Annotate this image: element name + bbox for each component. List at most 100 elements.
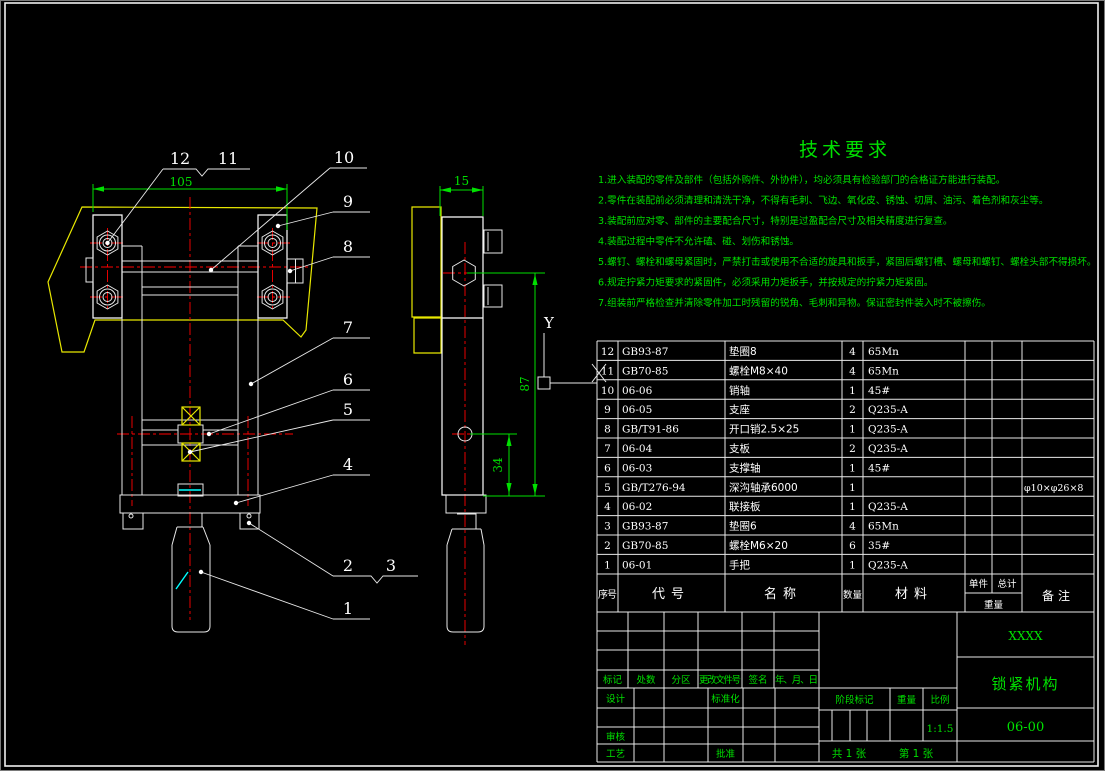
bom-cell-qty: 6 [849, 540, 856, 552]
bom-cell-name: 支座 [729, 403, 750, 416]
bom-cell-material: Q235-A [868, 559, 908, 571]
bom-header-name: 名称 [764, 586, 802, 602]
bom-cell-name: 垫圈6 [729, 520, 757, 533]
label-doc-no: 更改文件号 [699, 674, 741, 686]
bom-cell-material: 65Mn [868, 346, 899, 358]
bom-row: 10 06-06 销轴 1 45# [601, 384, 890, 397]
bom-cell-qty: 2 [849, 443, 856, 455]
bom-cell-code: 06-02 [622, 501, 652, 513]
bom-cell-no: 3 [604, 521, 611, 533]
clamp-lug [484, 230, 502, 253]
body-section [442, 217, 483, 495]
scale-value: 1:1.5 [927, 723, 954, 735]
bom-cell-name: 联接板 [729, 500, 761, 513]
bom-cell-material: 65Mn [868, 365, 899, 377]
bom-cell-name: 支板 [729, 442, 750, 455]
balloon-numbers: 12 11 10 9 8 7 6 5 4 2 3 1 [170, 148, 396, 618]
label-count: 处数 [636, 674, 656, 686]
drawing-number: 06-00 [1007, 720, 1044, 735]
bom-cell-qty: 1 [849, 385, 856, 397]
balloon-2: 2 [343, 556, 353, 575]
side-view: 15 87 34 Y [412, 174, 606, 645]
bom-cell-no: 1 [604, 559, 611, 571]
bom-cell-qty: 1 [849, 462, 856, 474]
bom-cell-code: 06-03 [622, 462, 652, 474]
label-standardize: 标准化 [711, 693, 740, 705]
tech-req-item: 6.规定拧紧力矩要求的紧固件，必须采用力矩扳手，并按规定的拧紧力矩紧固。 [598, 277, 933, 289]
front-view: 105 [48, 175, 317, 632]
tech-req-item: 5.螺钉、螺栓和螺母紧固时，严禁打击或使用不合适的旋具和扳手，紧固后螺钉槽、螺母… [598, 256, 1096, 268]
bom-cell-code: GB93-87 [622, 521, 668, 533]
bom-cell-no: 2 [604, 540, 611, 552]
bom-cell-name: 螺栓M6×20 [729, 539, 788, 552]
drawing-svg: 105 15 87 34 [0, 0, 1105, 771]
bom-cell-material: 45# [868, 462, 890, 474]
tech-req-title: 技术要求 [799, 139, 891, 161]
balloon-6: 6 [343, 370, 353, 389]
bom-header-remark: 备注 [1042, 588, 1074, 603]
balloon-4: 4 [343, 455, 353, 474]
bom-cell-code: 06-05 [622, 404, 652, 416]
drawing-title: 锁紧机构 [991, 675, 1059, 693]
tech-requirements: 技术要求 1.进入装配的零件及部件（包括外购件、外协件），均必须具有检验部门的合… [598, 139, 1096, 309]
label-process: 工艺 [606, 749, 625, 760]
tech-req-item: 3.装配前应对零、部件的主要配合尺寸，特别是过盈配合尺寸及相关精度进行复查。 [598, 215, 953, 227]
bom-cell-material: 35# [868, 540, 890, 552]
bom-cell-material: 45# [868, 385, 890, 397]
bom-row: 6 06-03 支撑轴 1 45# [604, 461, 890, 474]
handle [447, 514, 484, 632]
sheet-frame [1, 1, 1105, 771]
balloon-9: 9 [343, 192, 353, 211]
bom-row: 11 GB70-85 螺栓M8×40 4 65Mn [601, 364, 899, 377]
bom-cell-code: GB93-87 [622, 346, 668, 358]
balloon-8: 8 [343, 237, 353, 256]
bom-row: 5 GB/T276-94 深沟轴承6000 1 φ10×φ26×8 [604, 481, 1083, 494]
bom-row: 2 GB70-85 螺栓M6×20 6 35# [604, 539, 890, 552]
bom-cell-no: 7 [604, 443, 611, 455]
bom-cell-material: Q235-A [868, 404, 908, 416]
clamp-lug [484, 285, 502, 307]
datum-label: Y [543, 314, 555, 332]
bom-cell-name: 深沟轴承6000 [729, 481, 798, 494]
label-design: 设计 [606, 693, 626, 705]
label-date: 年、月、日 [775, 674, 818, 686]
label-check: 审核 [606, 731, 626, 743]
bom-cell-remark: φ10×φ26×8 [1024, 483, 1083, 494]
bom-header-total: 总计 [997, 578, 1017, 590]
bom-cell-no: 8 [604, 424, 611, 436]
dimension-34: 34 [470, 434, 517, 496]
bom-cell-qty: 1 [849, 482, 856, 494]
bom-cell-no: 12 [601, 346, 614, 358]
bom-cell-code: 06-01 [622, 559, 652, 571]
bom-header-material: 材料 [895, 587, 933, 602]
bom-cell-name: 开口销2.5×25 [729, 423, 799, 436]
clamped-plate-outline [48, 207, 317, 352]
datum-leader: Y [538, 314, 606, 389]
bom-cell-no: 9 [604, 404, 611, 416]
leader-dots [105, 224, 292, 574]
balloon-11: 11 [218, 149, 238, 168]
bom-cell-no: 11 [601, 365, 614, 377]
title-block: 标记 处数 分区 更改文件号 签名 年、月、日 设计 标准化 审核 工艺 批准 … [597, 612, 1094, 762]
centerlines [443, 242, 505, 645]
bom-cell-code: GB/T276-94 [622, 482, 686, 494]
cad-drawing-sheet: 105 15 87 34 [0, 0, 1105, 771]
balloon-7: 7 [343, 318, 353, 337]
bom-header: 序号 代号 名称 数量 材料 单件 总计 重量 备注 [598, 578, 1074, 611]
bom-cell-no: 5 [604, 482, 611, 494]
bom-cell-material: Q235-A [868, 424, 908, 436]
title-block-labels: 标记 处数 分区 更改文件号 签名 年、月、日 设计 标准化 审核 工艺 批准 … [603, 674, 950, 760]
bom-cell-no: 10 [601, 385, 614, 397]
label-mark: 标记 [603, 674, 623, 686]
balloon-5: 5 [343, 400, 353, 419]
bom-cell-qty: 1 [849, 424, 856, 436]
bom-row: 12 GB93-87 垫圈8 4 65Mn [601, 345, 899, 358]
bom-cell-qty: 2 [849, 404, 856, 416]
dim-87-text: 87 [518, 376, 532, 391]
bom-cell-code: GB70-85 [622, 365, 668, 377]
label-stage-mark: 阶段标记 [835, 694, 874, 706]
tech-req-item: 4.装配过程中零件不允许磕、碰、划伤和锈蚀。 [598, 236, 799, 248]
bom-cell-code: GB70-85 [622, 540, 668, 552]
clamped-plate-section [412, 207, 441, 353]
bom-cell-qty: 4 [849, 365, 856, 377]
